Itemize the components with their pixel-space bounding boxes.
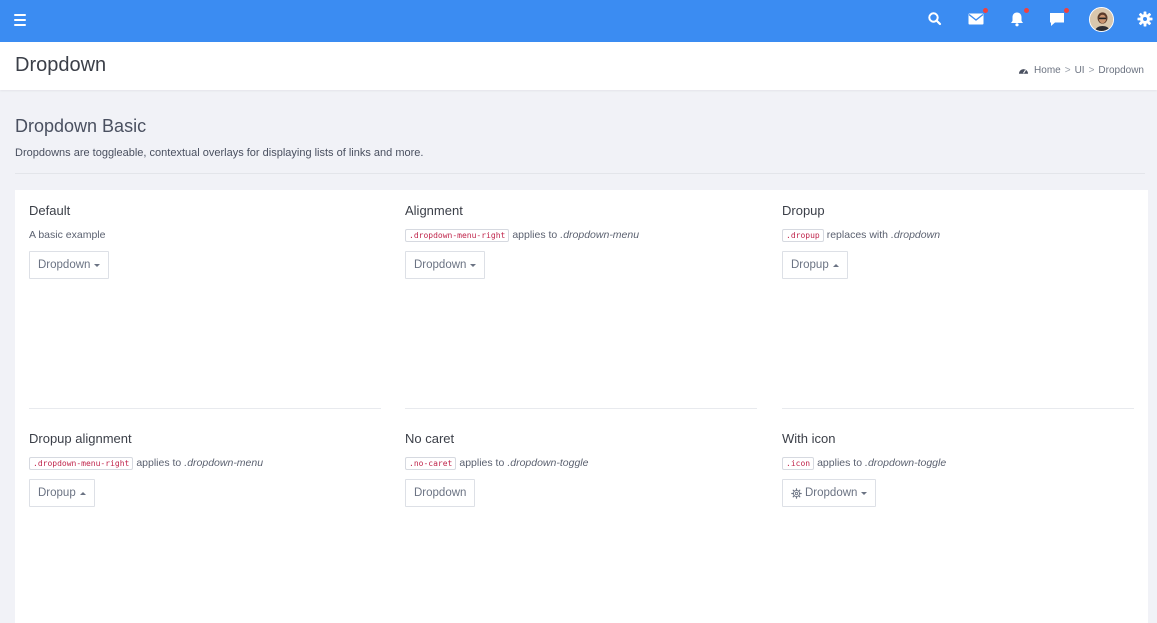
- demo-description-class: .dropdown-toggle: [865, 457, 947, 469]
- demo-description-text: replaces with: [826, 229, 888, 241]
- caret-up-icon: [832, 263, 839, 267]
- demo-description: A basic example: [29, 227, 381, 243]
- page-header: Dropdown Home > UI > Dropdown: [0, 42, 1157, 90]
- avatar[interactable]: [1089, 7, 1114, 32]
- demo-description-text: A basic example: [29, 229, 106, 241]
- menu-icon[interactable]: [14, 14, 26, 26]
- class-code: .dropdown-menu-right: [29, 456, 134, 470]
- dropdown-button[interactable]: Dropdown: [405, 479, 476, 507]
- demo-description-text: applies to: [136, 457, 182, 469]
- section-title: Dropdown Basic: [15, 116, 147, 136]
- page-title: Dropdown: [15, 54, 107, 76]
- search-icon[interactable]: [926, 10, 944, 28]
- demo-default: Default A basic example Dropdown: [29, 203, 381, 279]
- dropdown-demo-card: Default A basic example Dropdown Alignme…: [15, 190, 1148, 623]
- demo-title: Dropup: [782, 203, 825, 218]
- demo-no-caret: No caret .no-caret applies to .dropdown-to…: [405, 431, 757, 507]
- top-navbar: [0, 0, 1157, 42]
- dropdown-button[interactable]: Dropdown: [29, 251, 110, 279]
- breadcrumb: Home > UI > Dropdown: [1018, 65, 1144, 76]
- dropdown-button-label: Dropdown: [38, 259, 91, 271]
- demo-description: .dropdown-menu-right applies to .dropdown-…: [405, 227, 757, 243]
- bell-notification-dot: [1024, 8, 1029, 13]
- breadcrumb-current: Dropdown: [1098, 65, 1144, 76]
- breadcrumb-separator: >: [1088, 65, 1095, 76]
- demo-divider: [782, 408, 1134, 409]
- demo-dropup: Dropup .dropup replaces with .dropdown Dro…: [782, 203, 1134, 279]
- caret-down-icon: [94, 263, 101, 267]
- demo-description-class: .dropdown-toggle: [507, 457, 589, 469]
- dropdown-button-label: Dropdown: [414, 487, 467, 499]
- demo-description-class: .dropdown: [891, 229, 941, 241]
- breadcrumb-home[interactable]: Home: [1034, 65, 1061, 76]
- demo-title: No caret: [405, 431, 455, 446]
- mail-icon[interactable]: [967, 8, 988, 28]
- demo-description: .dropup replaces with .dropdown: [782, 227, 1134, 243]
- demo-description-text: applies to: [817, 457, 863, 469]
- gear-icon[interactable]: [1136, 10, 1154, 28]
- mail-notification-dot: [983, 8, 988, 13]
- demo-alignment: Alignment .dropdown-menu-right applies to…: [405, 203, 757, 279]
- dropdown-button[interactable]: Dropdown: [405, 251, 486, 279]
- dropdown-button-label: Dropdown: [805, 487, 858, 499]
- dropup-button-label: Dropup: [791, 259, 829, 271]
- section-divider: [15, 173, 1145, 174]
- demo-description: .dropdown-menu-right applies to .dropdown-…: [29, 455, 381, 471]
- caret-down-icon: [861, 491, 868, 495]
- demo-with-icon: With icon .icon applies to .dropdown-toggl…: [782, 431, 1134, 507]
- demo-title: Alignment: [405, 203, 463, 218]
- dropup-button[interactable]: Dropup: [782, 251, 848, 279]
- dropup-button-label: Dropup: [38, 487, 76, 499]
- demo-divider: [405, 408, 757, 409]
- demo-title: Default: [29, 203, 71, 218]
- class-code: .dropup: [782, 228, 824, 242]
- section-description: Dropdowns are toggleable, contextual ove…: [15, 147, 424, 159]
- bell-icon[interactable]: [1008, 8, 1029, 28]
- demo-description-class: .dropdown-menu: [560, 229, 640, 241]
- demo-description: .no-caret applies to .dropdown-toggle: [405, 455, 757, 471]
- chat-notification-dot: [1064, 8, 1069, 13]
- demo-description-text: applies to: [459, 457, 505, 469]
- demo-title: With icon: [782, 431, 836, 446]
- demo-description-class: .dropdown-menu: [184, 457, 264, 469]
- dropdown-button-label: Dropdown: [414, 259, 467, 271]
- gear-icon: [791, 487, 802, 499]
- dashboard-icon: [1018, 69, 1029, 74]
- caret-down-icon: [470, 263, 477, 267]
- demo-dropup-alignment: Dropup alignment .dropdown-menu-right app…: [29, 431, 381, 507]
- class-code: .dropdown-menu-right: [405, 228, 510, 242]
- dropup-button[interactable]: Dropup: [29, 479, 95, 507]
- demo-title: Dropup alignment: [29, 431, 132, 446]
- dropdown-button[interactable]: Dropdown: [782, 479, 877, 507]
- demo-description: .icon applies to .dropdown-toggle: [782, 455, 1134, 471]
- breadcrumb-ui[interactable]: UI: [1075, 65, 1085, 76]
- class-code: .no-caret: [405, 456, 457, 470]
- caret-up-icon: [79, 491, 86, 495]
- breadcrumb-separator: >: [1064, 65, 1071, 76]
- demo-divider: [29, 408, 381, 409]
- demo-description-text: applies to: [512, 229, 558, 241]
- class-code: .icon: [782, 456, 815, 470]
- chat-icon[interactable]: [1048, 8, 1069, 28]
